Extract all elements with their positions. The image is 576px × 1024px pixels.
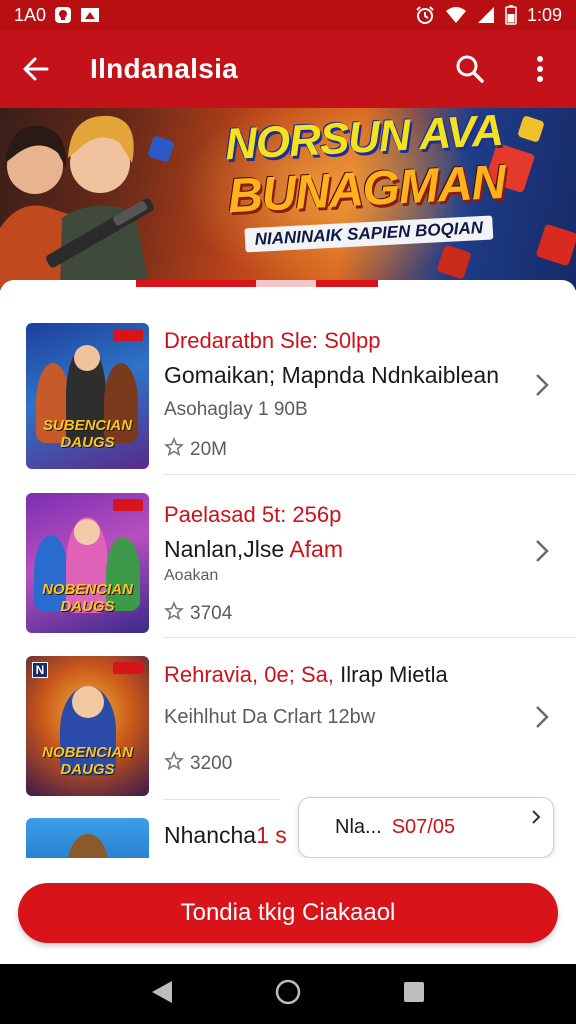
mini-card-label: Nla... — [335, 816, 382, 838]
status-left-text: 1A0 — [14, 4, 47, 25]
recents-square-icon[interactable] — [402, 980, 426, 1009]
page-title: Ilndanalsia — [90, 53, 239, 84]
game-thumbnail: NOBENCIAN DAUGS — [26, 493, 149, 633]
item-title: Nhancha1 s — [164, 822, 287, 848]
battery-icon — [505, 5, 517, 25]
mini-card-value: S07/05 — [391, 816, 456, 838]
item-title: Paelasad 5t: 256p — [164, 502, 342, 527]
item-title: Dredaratbn Sle: S0lpp — [164, 328, 381, 353]
alarm-icon — [415, 5, 435, 25]
banner-characters-illustration — [0, 115, 154, 290]
system-nav-bar — [0, 964, 576, 1024]
item-subtitle: Gomaikan; Mapnda Ndnkaiblean — [164, 362, 499, 388]
status-bar: 1A0 1:09 — [0, 0, 576, 30]
game-thumbnail: SUBENCIAN DAUGS — [26, 323, 149, 469]
signal-icon — [477, 6, 495, 24]
item-rating: 3704 — [190, 603, 233, 624]
search-icon[interactable] — [452, 51, 488, 87]
flag-icon — [80, 7, 100, 23]
game-thumbnail: N NOBENCIAN DAUGS — [26, 656, 149, 796]
bottom-action-area: Tondia tkig Ciakaaol — [0, 858, 576, 964]
chevron-right-icon[interactable] — [534, 538, 550, 569]
rating-icon — [164, 750, 184, 777]
list-item[interactable]: N NOBENCIAN DAUGS Rehravia, 0e; Sa, Ilra… — [0, 652, 576, 800]
status-time: 1:09 — [526, 4, 562, 25]
item-rating: 20M — [190, 439, 227, 460]
wifi-icon — [445, 6, 467, 24]
app-bar: Ilndanalsia — [0, 30, 576, 108]
notification-icon — [54, 6, 72, 24]
hero-banner[interactable]: NORSUN AVA BUNAGMAN NIANINAIK SAPIEN BOQ… — [0, 108, 576, 290]
home-circle-icon[interactable] — [274, 978, 302, 1011]
back-arrow-icon[interactable] — [18, 51, 54, 87]
item-subtitle: Nanlan,Jlse Afam — [164, 536, 343, 562]
chevron-right-icon — [531, 808, 541, 831]
rating-icon — [164, 436, 184, 463]
item-subtitle: Keihlhut Da Crlart 12bw — [164, 706, 376, 728]
item-meta: Aoakan — [164, 567, 219, 584]
item-rating: 3200 — [190, 753, 233, 774]
list-item[interactable]: SUBENCIAN DAUGS Dredaratbn Sle: S0lpp Go… — [0, 320, 576, 476]
banner-page-indicator — [136, 280, 378, 287]
price-tooltip-card[interactable]: Nla... S07/05 — [298, 797, 554, 858]
more-vert-icon[interactable] — [522, 51, 558, 87]
list-item[interactable]: NOBENCIAN DAUGS Paelasad 5t: 256p Nanlan… — [0, 490, 576, 638]
back-triangle-icon[interactable] — [150, 979, 174, 1010]
banner-text: NORSUN AVA BUNAGMAN NIANINAIK SAPIEN BOQ… — [173, 108, 559, 256]
chevron-right-icon[interactable] — [534, 372, 550, 403]
primary-action-button[interactable]: Tondia tkig Ciakaaol — [18, 883, 558, 943]
item-meta: Asohaglay 1 90B — [164, 399, 308, 420]
game-thumbnail — [26, 818, 149, 858]
rating-icon — [164, 600, 184, 627]
chevron-right-icon[interactable] — [534, 704, 550, 735]
item-title: Rehravia, 0e; Sa, Ilrap Mietla — [164, 662, 448, 687]
